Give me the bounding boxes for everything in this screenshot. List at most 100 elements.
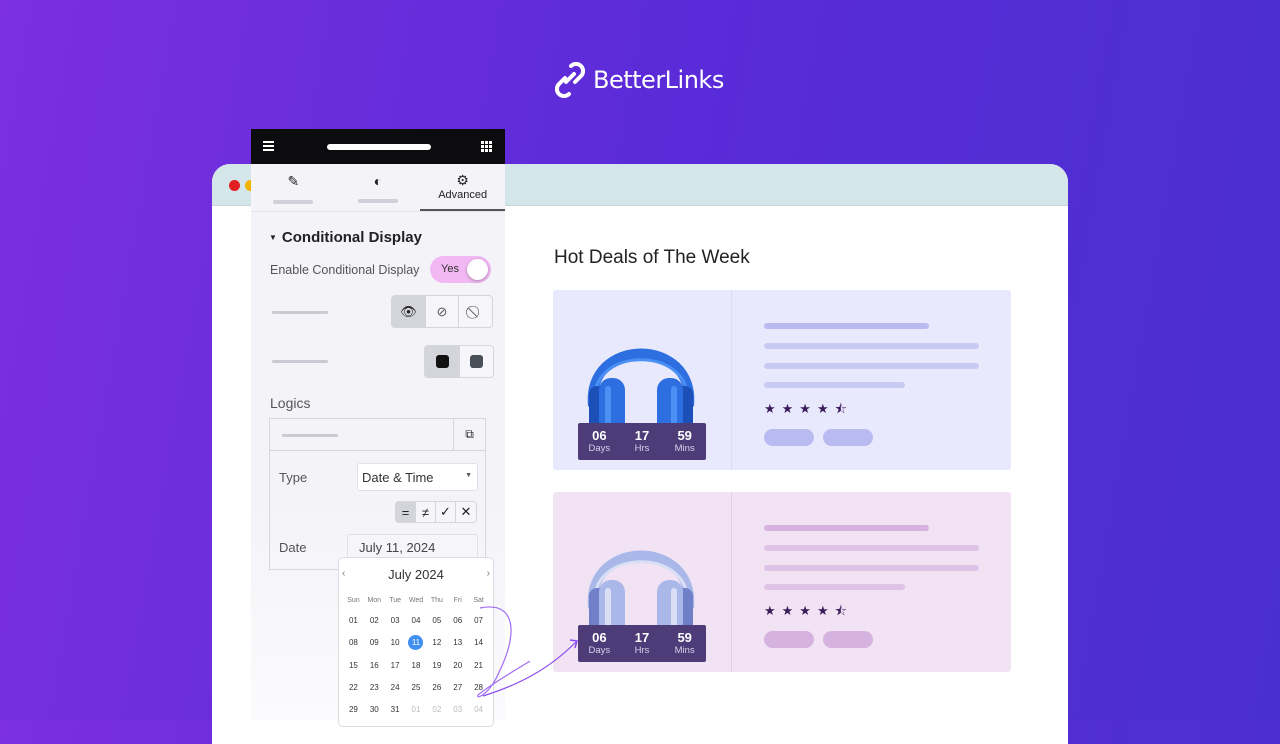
action-pill[interactable] bbox=[764, 429, 814, 446]
calendar-day[interactable]: 04 bbox=[406, 610, 427, 632]
half-star-icon: ⯪ bbox=[834, 603, 853, 618]
section-title: Conditional Display bbox=[281, 229, 422, 246]
tab-advanced-label: Advanced bbox=[438, 189, 488, 201]
calendar-day[interactable]: 22 bbox=[343, 677, 364, 699]
contrast-icon: ◐ bbox=[373, 173, 383, 189]
weekday-label: Sun bbox=[347, 597, 360, 604]
tab-content[interactable]: ✎ bbox=[251, 164, 336, 211]
calendar-day[interactable]: 09 bbox=[364, 632, 385, 654]
weekday-label: Tue bbox=[389, 597, 402, 604]
enable-toggle[interactable]: Yes bbox=[430, 256, 491, 283]
calendar-day-next-month[interactable]: 03 bbox=[447, 699, 468, 721]
grid-dots-icon[interactable] bbox=[425, 346, 460, 377]
calendar-day[interactable]: 19 bbox=[426, 655, 447, 677]
layout-control bbox=[424, 345, 494, 378]
close-dot[interactable] bbox=[229, 180, 240, 191]
logic-item: ⧉ Type Date & Time ▼ = ≠ ✓ ✕ Date July 11, … bbox=[269, 418, 486, 570]
countdown-hrs: 17 Hrs bbox=[634, 630, 650, 656]
calendar-day-next-month[interactable]: 01 bbox=[406, 699, 427, 721]
deal-card[interactable]: ★★★★⯪ 06 Days 17 Hrs 59 Mins bbox=[553, 492, 1011, 672]
calendar-day[interactable]: 31 bbox=[385, 699, 406, 721]
rating-stars: ★★★★⯪ bbox=[764, 603, 853, 618]
eye-icon[interactable]: 👁︎ bbox=[392, 296, 426, 327]
rating-stars: ★★★★⯪ bbox=[764, 401, 853, 416]
calendar-day[interactable]: 18 bbox=[406, 655, 427, 677]
operator-check-button[interactable]: ✓ bbox=[436, 502, 456, 522]
date-label: Date bbox=[279, 540, 307, 555]
next-month-button[interactable]: › bbox=[487, 568, 490, 579]
copy-icon[interactable]: ⧉ bbox=[453, 419, 485, 450]
calendar-day[interactable]: 06 bbox=[447, 610, 468, 632]
prev-month-button[interactable]: ‹ bbox=[342, 568, 345, 579]
logics-label: Logics bbox=[270, 395, 311, 411]
type-select-value: Date & Time bbox=[362, 470, 434, 485]
calendar-day[interactable]: 05 bbox=[426, 610, 447, 632]
page-title: Hot Deals of The Week bbox=[554, 247, 750, 268]
brand-name: BetterLinks bbox=[593, 66, 724, 94]
calendar-day[interactable]: 27 bbox=[447, 677, 468, 699]
action-pill[interactable] bbox=[823, 429, 873, 446]
section-conditional-display[interactable]: ▼ Conditional Display bbox=[269, 229, 422, 246]
countdown-timer: 06 Days 17 Hrs 59 Mins bbox=[578, 625, 706, 662]
operator-cross-button[interactable]: ✕ bbox=[456, 502, 476, 522]
label-placeholder bbox=[272, 311, 328, 314]
calendar-day[interactable]: 02 bbox=[364, 610, 385, 632]
calendar-day[interactable]: 10 bbox=[385, 632, 406, 654]
countdown-mins: 59 Mins bbox=[674, 428, 695, 454]
eye-off-icon[interactable]: ⊘ bbox=[426, 296, 459, 327]
calendar-day-next-month[interactable]: 02 bbox=[426, 699, 447, 721]
tab-advanced[interactable]: ⚙ Advanced bbox=[420, 164, 506, 211]
calendar-day[interactable]: 12 bbox=[426, 632, 447, 654]
caret-down-icon: ▼ bbox=[269, 233, 277, 242]
calendar-day[interactable]: 16 bbox=[364, 655, 385, 677]
weekday-label: Thu bbox=[430, 597, 443, 604]
action-pill[interactable] bbox=[823, 631, 873, 648]
operator-control: = ≠ ✓ ✕ bbox=[395, 501, 477, 523]
ban-icon[interactable]: ⃠ bbox=[459, 296, 492, 327]
operator-not-equals-button[interactable]: ≠ bbox=[416, 502, 436, 522]
countdown-days: 06 Days bbox=[588, 428, 611, 454]
apps-grid-icon[interactable] bbox=[481, 141, 492, 152]
calendar-day[interactable]: 25 bbox=[406, 677, 427, 699]
arrow-icon bbox=[482, 639, 578, 697]
countdown-mins: 59 Mins bbox=[674, 630, 695, 656]
weekday-label: Mon bbox=[367, 597, 382, 604]
action-pill[interactable] bbox=[764, 631, 814, 648]
operator-equals-button[interactable]: = bbox=[396, 502, 416, 522]
caret-down-icon: ▼ bbox=[465, 472, 472, 479]
countdown-timer: 06 Days 17 Hrs 59 Mins bbox=[578, 423, 706, 460]
type-select[interactable]: Date & Time ▼ bbox=[357, 463, 478, 491]
calendar-day[interactable]: 13 bbox=[447, 632, 468, 654]
calendar-day[interactable]: 29 bbox=[343, 699, 364, 721]
label-placeholder bbox=[272, 360, 328, 363]
calendar-day[interactable]: 20 bbox=[447, 655, 468, 677]
brand-logo: BetterLinks bbox=[555, 62, 724, 98]
visibility-control: 👁︎ ⊘ ⃠ bbox=[391, 295, 493, 328]
panel-tabs: ✎ ◐ ⚙ Advanced bbox=[251, 164, 506, 212]
calendar-day[interactable]: 24 bbox=[385, 677, 406, 699]
deal-card[interactable]: ★★★★⯪ 06 Days 17 Hrs 59 Mins bbox=[553, 290, 1011, 470]
calendar-day[interactable]: 23 bbox=[364, 677, 385, 699]
calendar-day[interactable]: 30 bbox=[364, 699, 385, 721]
calendar-month-title: July 2024 bbox=[388, 567, 444, 582]
tab-style[interactable]: ◐ bbox=[336, 164, 421, 211]
enable-label: Enable Conditional Display bbox=[270, 263, 420, 277]
countdown-hrs: 17 Hrs bbox=[634, 428, 650, 454]
link-icon bbox=[555, 62, 585, 98]
calendar-day-selected[interactable]: 11 bbox=[406, 632, 427, 654]
calendar-day[interactable]: 08 bbox=[343, 632, 364, 654]
calendar-day[interactable]: 26 bbox=[426, 677, 447, 699]
toggle-knob bbox=[467, 259, 488, 280]
type-label: Type bbox=[279, 470, 308, 485]
calendar-day[interactable]: 03 bbox=[385, 610, 406, 632]
menu-icon[interactable] bbox=[263, 141, 274, 151]
single-dot-icon[interactable] bbox=[460, 346, 493, 377]
pencil-icon: ✎ bbox=[287, 173, 300, 189]
weekday-label: Fri bbox=[453, 597, 462, 604]
gear-icon: ⚙ bbox=[456, 172, 469, 188]
half-star-icon: ⯪ bbox=[834, 401, 853, 416]
weekday-label: Wed bbox=[408, 597, 424, 604]
calendar-day[interactable]: 01 bbox=[343, 610, 364, 632]
calendar-day[interactable]: 15 bbox=[343, 655, 364, 677]
calendar-day[interactable]: 17 bbox=[385, 655, 406, 677]
